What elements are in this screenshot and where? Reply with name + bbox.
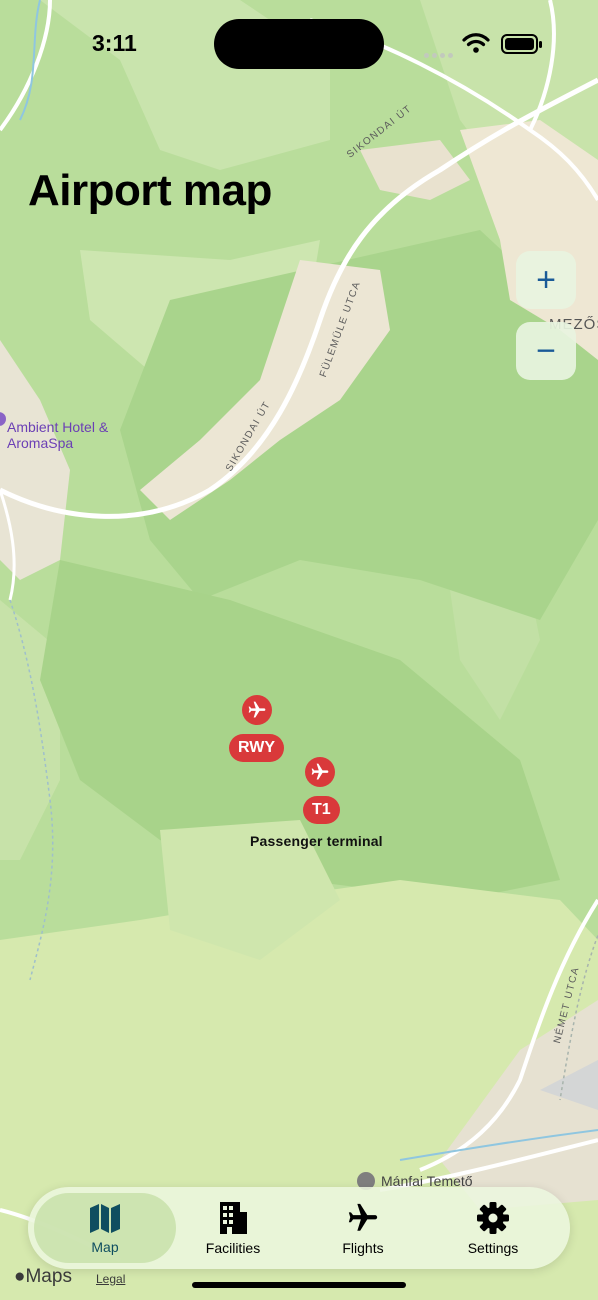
terminal-pin-badge[interactable]: T1 (303, 796, 340, 824)
wifi-icon (462, 33, 490, 53)
runway-pin-badge[interactable]: RWY (229, 734, 285, 762)
legal-link[interactable]: Legal (96, 1272, 125, 1286)
battery-icon (501, 34, 542, 54)
tab-label: Map (91, 1238, 119, 1255)
gear-icon (477, 1201, 509, 1234)
home-indicator[interactable] (192, 1282, 406, 1288)
zoom-in-button[interactable]: + (516, 251, 576, 309)
apple-logo-icon: ● (14, 1266, 26, 1287)
status-time: 3:11 (92, 30, 137, 56)
map-icon (90, 1203, 120, 1233)
terminal-pin-caption[interactable]: Passenger terminal (250, 833, 383, 849)
airplane-icon (348, 1203, 378, 1231)
maps-attribution: ●Maps (14, 1266, 72, 1287)
tab-map[interactable]: Map (34, 1193, 176, 1263)
tab-bar: Map Facilities Flights Settings (28, 1187, 570, 1269)
tab-facilities[interactable]: Facilities (178, 1193, 288, 1263)
airplane-icon[interactable] (305, 757, 335, 787)
tab-label: Facilities (205, 1239, 261, 1256)
tab-label: Settings (467, 1239, 519, 1256)
hotel-poi-label[interactable]: Ambient Hotel & AromaSpa (7, 419, 108, 451)
cellular-signal-icon (424, 45, 456, 63)
airplane-icon[interactable] (242, 695, 272, 725)
zoom-out-button[interactable]: − (516, 322, 576, 380)
tab-settings[interactable]: Settings (438, 1193, 548, 1263)
tab-label: Flights (342, 1239, 384, 1256)
dynamic-island (214, 19, 384, 69)
screen: SIKONDAI ÚT FÜLEMÜLE UTCA SIKONDAI ÚT NÉ… (0, 0, 598, 1300)
tab-flights[interactable]: Flights (308, 1193, 418, 1263)
building-icon (220, 1201, 247, 1234)
page-title: Airport map (28, 166, 272, 215)
